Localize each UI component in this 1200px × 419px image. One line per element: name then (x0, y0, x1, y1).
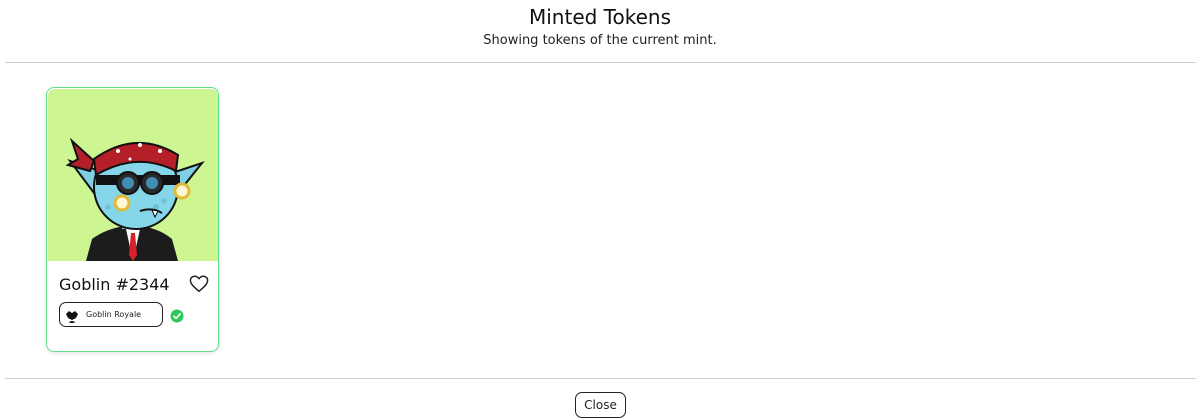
close-button[interactable]: Close (575, 392, 626, 418)
page-subtitle: Showing tokens of the current mint. (483, 33, 717, 48)
page-title: Minted Tokens (528, 5, 671, 29)
collection-avatar-icon (64, 306, 80, 323)
token-card[interactable]: Goblin #2344 Goblin Royale (46, 87, 219, 352)
header-divider (5, 62, 1196, 63)
verified-badge-icon (170, 308, 184, 323)
collection-pill[interactable]: Goblin Royale (59, 302, 163, 327)
modal-header: Minted Tokens Showing tokens of the curr… (0, 0, 1200, 49)
collection-name: Goblin Royale (86, 310, 142, 319)
heart-icon[interactable] (189, 275, 209, 293)
footer-divider (5, 378, 1196, 379)
token-name: Goblin #2344 (59, 275, 170, 294)
token-image (48, 89, 218, 261)
